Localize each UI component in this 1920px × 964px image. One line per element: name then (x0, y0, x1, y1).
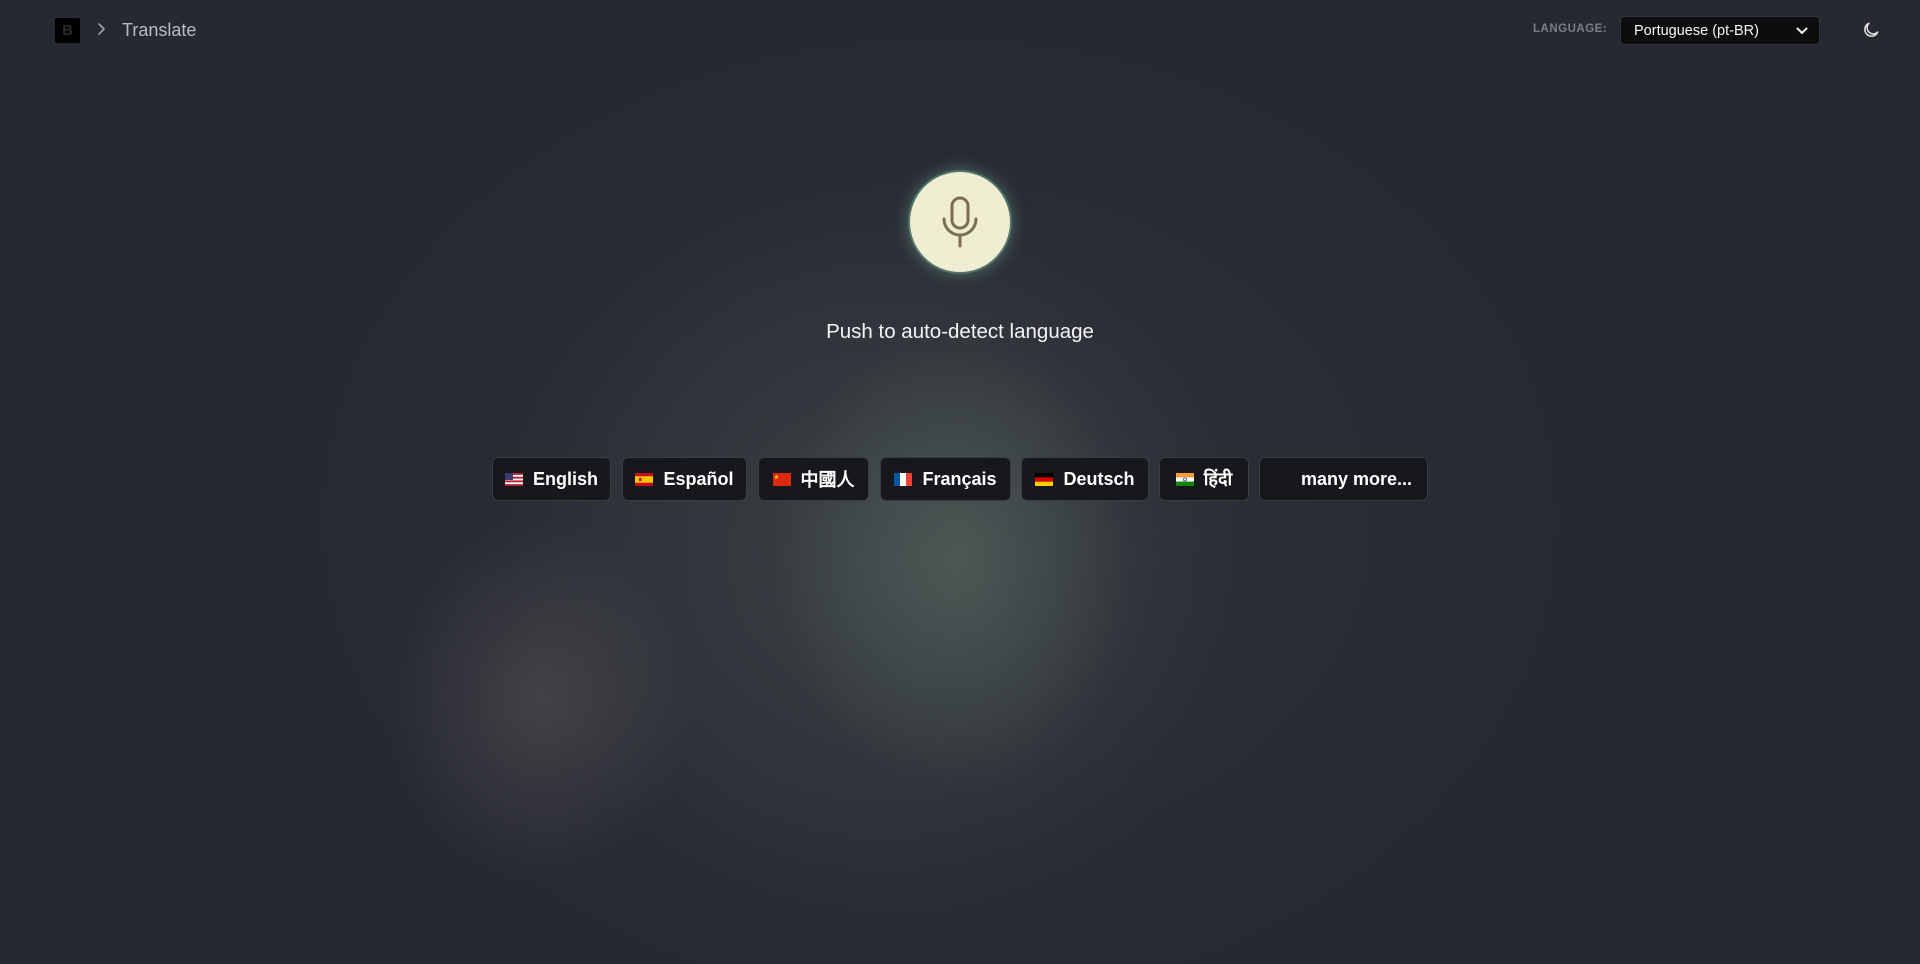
chevron-right-icon (98, 23, 105, 35)
language-chip-english[interactable]: English (492, 457, 611, 501)
language-chip-label: हिंदी (1203, 469, 1233, 489)
theme-toggle-button[interactable] (1859, 18, 1883, 42)
france-flag-icon (894, 472, 913, 486)
language-chip-francais[interactable]: Français (880, 457, 1011, 501)
language-chip-deutsch[interactable]: Deutsch (1021, 457, 1149, 501)
language-chip-label: Deutsch (1063, 468, 1135, 489)
push-to-detect-label: Push to auto-detect language (826, 320, 1094, 343)
more-languages-label: many more... (1300, 468, 1413, 489)
chevron-down-icon (1796, 27, 1808, 34)
language-label: LANGUAGE: (1533, 23, 1608, 35)
us-flag-icon (504, 472, 523, 486)
language-chip-label: English (532, 468, 598, 489)
language-select[interactable]: Portuguese (pt-BR) (1620, 16, 1820, 45)
spain-flag-icon (635, 472, 654, 486)
language-select-value: Portuguese (pt-BR) (1634, 22, 1759, 39)
india-flag-icon (1175, 472, 1194, 486)
microphone-button[interactable] (910, 172, 1010, 272)
top-bar: B Translate LANGUAGE: Portuguese (pt-BR) (0, 0, 1920, 60)
app-logo[interactable]: B (55, 18, 80, 43)
moon-icon (1864, 22, 1879, 37)
language-chip-hindi[interactable]: हिंदी (1159, 457, 1249, 501)
language-chip-label: 中國人 (800, 470, 855, 490)
language-chip-espanol[interactable]: Español (622, 457, 747, 501)
language-chip-label: Español (663, 468, 734, 489)
germany-flag-icon (1035, 472, 1054, 486)
microphone-icon (942, 196, 978, 248)
china-flag-icon (772, 472, 791, 486)
logo-letter: B (62, 22, 73, 39)
language-chip-label: Français (922, 468, 997, 489)
more-languages-button[interactable]: many more... (1259, 457, 1428, 501)
breadcrumb-title[interactable]: Translate (122, 20, 196, 41)
language-chip-chinese[interactable]: 中國人 (758, 457, 869, 501)
